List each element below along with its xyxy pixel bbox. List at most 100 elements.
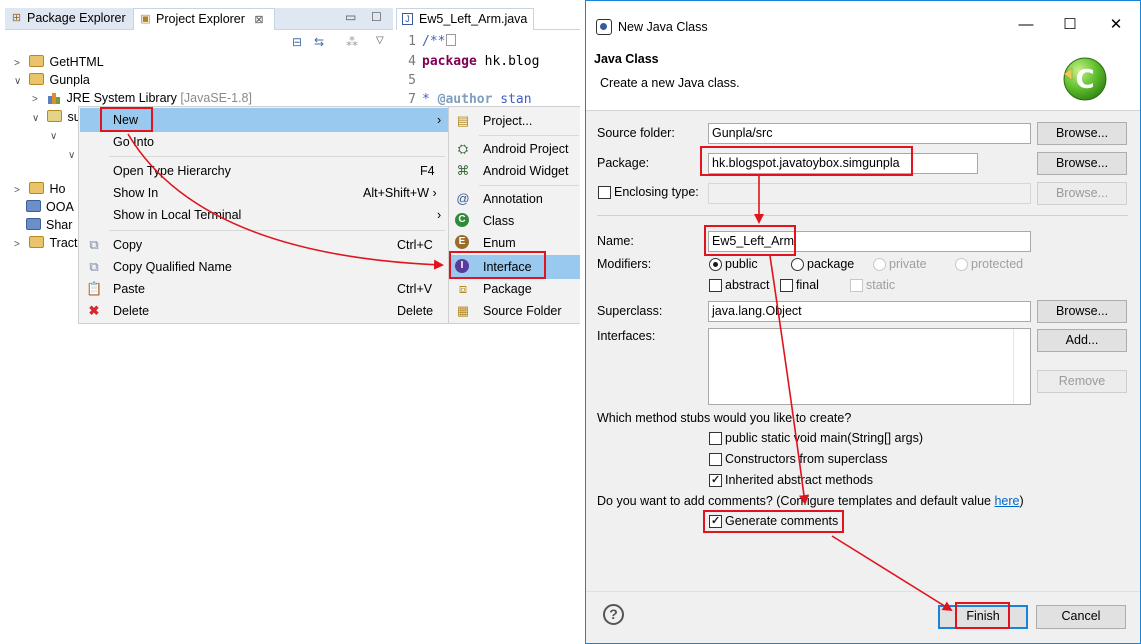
menu-label: Copy xyxy=(113,238,143,252)
code-line: 1 /** xyxy=(396,32,457,51)
menu-separator xyxy=(479,135,579,136)
minimize-button[interactable]: — xyxy=(1014,13,1038,37)
tree-item-src[interactable]: ∨ su xyxy=(32,108,81,126)
private-label: private xyxy=(889,257,927,271)
tab-editor-file[interactable]: J Ew5_Left_Arm.java xyxy=(396,8,534,30)
banner-description: Create a new Java class. xyxy=(600,76,740,90)
link-with-editor-icon[interactable]: ⇆ xyxy=(314,35,324,51)
project-closed-icon xyxy=(26,218,41,230)
menu-item-copy-qualified-name[interactable]: Copy Qualified Name xyxy=(113,256,232,278)
interfaces-scrollbar[interactable] xyxy=(1013,329,1030,404)
tree-item-label: Gunpla xyxy=(49,73,90,87)
add-interface-button[interactable]: Add... xyxy=(1037,329,1127,352)
code-text: /** xyxy=(422,34,446,49)
menu-item-copy[interactable]: Copy xyxy=(113,234,142,256)
tree-item-jre[interactable]: > JRE System Library [JavaSE-1.8] xyxy=(32,89,252,107)
package-label: Package: xyxy=(597,156,650,170)
source-folder-field[interactable]: Gunpla/src xyxy=(708,123,1031,144)
menu-item-go-into[interactable]: Go Into xyxy=(113,131,154,153)
stub-inherited-checkbox[interactable] xyxy=(709,473,722,487)
menu-item-show-in[interactable]: Show In xyxy=(113,182,158,204)
stub-constructors-label: Constructors from superclass xyxy=(725,452,888,466)
view-menu-icon[interactable]: ▽ xyxy=(376,35,384,51)
banner-title: Java Class xyxy=(594,52,659,66)
comments-question-end: ) xyxy=(1019,494,1024,508)
superclass-field[interactable]: java.lang.Object xyxy=(708,301,1031,322)
submenu-item-package[interactable]: Package xyxy=(483,278,532,300)
submenu-item-android-project[interactable]: Android Project xyxy=(483,138,568,160)
enclosing-type-checkbox[interactable] xyxy=(598,186,611,199)
protected-label: protected xyxy=(971,257,1024,271)
configure-templates-link[interactable]: here xyxy=(994,494,1019,508)
minimize-icon[interactable]: ▭ xyxy=(345,10,356,24)
enum-icon: E xyxy=(455,235,469,249)
filter-icon[interactable]: ⁂ xyxy=(346,35,358,51)
delete-icon: ✖ xyxy=(88,303,100,318)
menu-label: Android Widget xyxy=(483,164,569,178)
menu-item-open-type-hierarchy[interactable]: Open Type Hierarchy xyxy=(113,160,231,182)
javadoc-tag: @author xyxy=(437,92,493,107)
submenu-item-class[interactable]: Class xyxy=(483,210,514,232)
tree-item-sub-1[interactable]: ∨ xyxy=(50,126,62,144)
static-checkbox xyxy=(850,279,863,292)
menu-shortcut: Delete xyxy=(397,304,434,318)
interfaces-label: Interfaces: xyxy=(597,329,656,343)
project-closed-icon xyxy=(26,200,41,212)
tab-project-explorer[interactable]: ▣ Project Explorer ⊠ xyxy=(133,8,275,30)
submenu-item-source-folder[interactable]: Source Folder xyxy=(483,300,562,322)
android-widget-icon: ⌘ xyxy=(456,163,470,178)
close-button[interactable]: ✕ xyxy=(1104,13,1128,37)
collapse-all-icon[interactable]: ⊟ xyxy=(292,35,302,51)
maximize-icon[interactable]: ☐ xyxy=(371,10,382,24)
tree-item-label: Ho xyxy=(49,182,66,196)
stubs-question: Which method stubs would you like to cre… xyxy=(597,411,852,425)
modifiers-label: Modifiers: xyxy=(597,257,652,271)
stub-inherited-label: Inherited abstract methods xyxy=(725,473,873,487)
abstract-label: abstract xyxy=(725,278,770,292)
protected-radio xyxy=(955,258,968,271)
interfaces-list[interactable] xyxy=(708,328,1031,405)
submenu-item-annotation[interactable]: Annotation xyxy=(483,188,543,210)
tree-item-gunpla[interactable]: ∨ Gunpla xyxy=(14,71,90,89)
new-class-wizard-icon: C xyxy=(1063,57,1107,101)
tab-package-explorer[interactable]: ⊞ Package Explorer xyxy=(5,8,132,30)
tab-label: Ew5_Left_Arm.java xyxy=(419,12,528,26)
menu-label: Annotation xyxy=(483,192,543,206)
menu-shortcut: F4 xyxy=(420,164,435,178)
menu-item-paste[interactable]: Paste xyxy=(113,278,145,300)
new-submenu: ▤ Project... ⛭ Android Project ⌘ Android… xyxy=(448,106,580,324)
package-radio[interactable] xyxy=(791,258,804,271)
tree-item-ho[interactable]: > Ho xyxy=(14,180,65,198)
fold-marker-icon[interactable] xyxy=(446,34,457,46)
cancel-button[interactable]: Cancel xyxy=(1036,605,1126,629)
help-icon[interactable]: ? xyxy=(603,604,624,625)
maximize-button[interactable]: ☐ xyxy=(1058,13,1082,37)
browse-superclass-button[interactable]: Browse... xyxy=(1037,300,1127,323)
menu-label: Enum xyxy=(483,236,516,250)
tree-item-shar[interactable]: Shar xyxy=(26,216,72,234)
abstract-checkbox[interactable] xyxy=(709,279,722,292)
editor-tab-bar: J Ew5_Left_Arm.java xyxy=(396,8,580,30)
menu-item-delete[interactable]: Delete xyxy=(113,300,149,322)
menu-separator xyxy=(109,230,445,231)
menu-label: Package xyxy=(483,282,532,296)
stub-main-checkbox[interactable] xyxy=(709,432,722,445)
submenu-item-android-widget[interactable]: Android Widget xyxy=(483,160,568,182)
menu-item-show-in-local-terminal[interactable]: Show in Local Terminal xyxy=(113,204,241,226)
android-project-icon: ⛭ xyxy=(457,141,469,156)
final-checkbox[interactable] xyxy=(780,279,793,292)
package-explorer-icon: ⊞ xyxy=(11,12,22,24)
submenu-item-project[interactable]: Project... xyxy=(483,110,532,132)
browse-source-folder-button[interactable]: Browse... xyxy=(1037,122,1127,145)
tree-item-ooa[interactable]: OOA xyxy=(26,198,74,216)
code-text: * xyxy=(422,92,438,107)
browse-package-button[interactable]: Browse... xyxy=(1037,152,1127,175)
tree-item-tract[interactable]: > Tract xyxy=(14,234,78,252)
stub-constructors-checkbox[interactable] xyxy=(709,453,722,466)
close-icon[interactable]: ⊠ xyxy=(254,14,263,26)
public-radio[interactable] xyxy=(709,258,722,271)
chevron-down-icon: ∨ xyxy=(14,76,22,87)
tab-label: Package Explorer xyxy=(27,11,126,25)
menu-label: Show in Local Terminal xyxy=(113,208,242,222)
tree-item-gethtml[interactable]: > GetHTML xyxy=(14,53,104,71)
